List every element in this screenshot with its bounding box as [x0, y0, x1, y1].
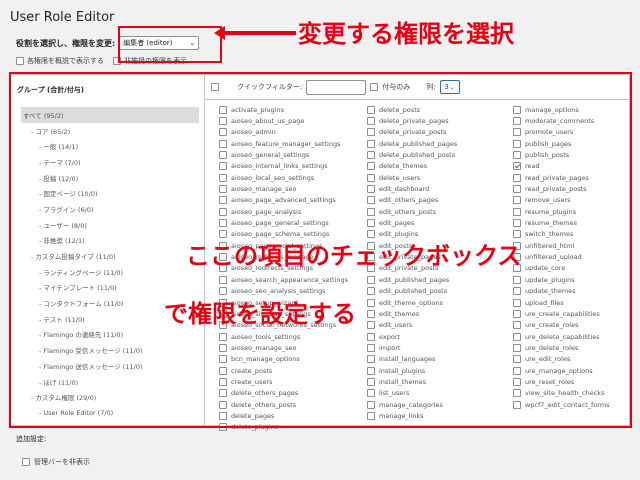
- role-select-highlight: [118, 26, 222, 63]
- show-deprecated-checkbox[interactable]: [16, 57, 24, 65]
- page-title: User Role Editor: [10, 10, 115, 25]
- annotation-select-role: 変更する権限を選択: [298, 20, 514, 48]
- hide-admin-bar-label: 管理バーを非表示: [34, 458, 90, 466]
- show-deprecated-label: 各権限を概説で表示する: [27, 57, 104, 65]
- annotation-arrow-line: [222, 31, 296, 35]
- role-select-label: 役割を選択し、権限を変更:: [16, 38, 116, 48]
- annotation-checkbox-line2: で権限を設定する: [164, 300, 356, 328]
- hide-admin-bar-row: 管理バーを非表示: [22, 457, 90, 467]
- extra-settings-label: 追加設定:: [16, 435, 47, 443]
- hide-admin-bar-checkbox[interactable]: [22, 458, 30, 466]
- annotation-checkbox-line1: ここの項目のチェックボックス: [186, 242, 522, 270]
